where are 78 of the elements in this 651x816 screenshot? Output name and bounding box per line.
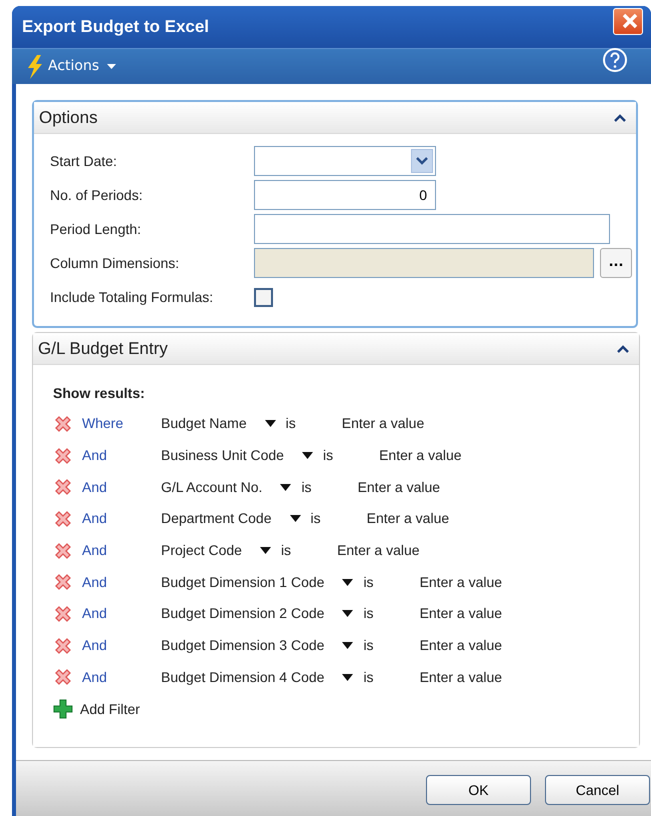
filter-operator: is — [286, 414, 296, 434]
lightning-icon — [26, 54, 44, 78]
filter-operator: is — [363, 668, 374, 687]
dropdown-arrow-icon[interactable] — [260, 547, 271, 554]
field-label: No. of Periods: — [50, 186, 144, 204]
plus-icon[interactable] — [53, 699, 73, 720]
filter-operator: is — [363, 604, 374, 624]
filter-connector[interactable]: And — [82, 445, 161, 466]
collapse-icon[interactable] — [617, 344, 629, 352]
filter-value-field[interactable]: Enter a value — [420, 666, 540, 688]
remove-filter-icon[interactable] — [53, 477, 73, 498]
remove-filter-icon[interactable] — [53, 604, 73, 624]
cancel-button[interactable]: Cancel — [545, 775, 650, 805]
filter-connector[interactable]: Where — [82, 413, 161, 434]
filter-field-name: Budget Dimension 2 Code — [161, 604, 324, 624]
filter-connector[interactable]: And — [82, 508, 161, 530]
filter-field-name: Budget Dimension 4 Code — [161, 668, 324, 687]
actions-menu[interactable]: Actions — [44, 56, 120, 77]
filter-operator: is — [322, 446, 334, 466]
filter-field-name: Project Code — [161, 541, 242, 560]
filter-operator: is — [301, 478, 312, 497]
filter-field-name: Budget Dimension 1 Code — [161, 572, 324, 592]
remove-filter-icon[interactable] — [53, 636, 73, 656]
text-field[interactable] — [254, 214, 610, 244]
dropdown-arrow-icon[interactable] — [342, 642, 354, 650]
filter-connector[interactable]: And — [82, 572, 161, 593]
remove-filter-icon[interactable] — [53, 667, 73, 688]
add-filter-link[interactable]: Add Filter — [80, 698, 140, 720]
remove-filter-icon[interactable] — [53, 446, 73, 466]
filter-connector[interactable]: And — [82, 540, 161, 562]
dropdown-arrow-icon[interactable] — [342, 578, 354, 586]
remove-filter-icon[interactable] — [53, 508, 73, 529]
dropdown-arrow-icon[interactable] — [280, 484, 292, 491]
filter-connector[interactable]: And — [82, 635, 161, 656]
filter-value-field[interactable]: Enter a value — [337, 540, 458, 562]
filter-operator: is — [280, 541, 292, 560]
panel-title: G/L Budget Entry — [38, 338, 168, 360]
ok-button[interactable]: OK — [426, 775, 531, 805]
chevron-icon — [416, 157, 428, 165]
filter-operator: is — [363, 636, 374, 656]
filter-connector[interactable]: And — [82, 476, 161, 498]
filter-field-name: Department Code — [161, 509, 272, 528]
filter-field-name: Business Unit Code — [161, 446, 284, 466]
filter-value-field[interactable]: Enter a value — [420, 635, 540, 656]
filter-field-name: G/L Account No. — [161, 478, 262, 497]
close-button[interactable] — [613, 8, 643, 35]
filter-connector[interactable]: And — [82, 666, 161, 688]
dropdown-arrow-icon[interactable] — [290, 515, 301, 522]
filter-value-field[interactable]: Enter a value — [420, 572, 540, 593]
remove-filter-icon[interactable] — [53, 572, 73, 592]
dropdown-arrow-icon[interactable] — [264, 420, 276, 428]
filter-field-name: Budget Dimension 3 Code — [161, 636, 324, 656]
window-title: Export Budget to Excel — [22, 16, 210, 38]
remove-filter-icon[interactable] — [53, 540, 73, 561]
field-label: Column Dimensions: — [50, 254, 180, 272]
filter-operator: is — [363, 572, 374, 592]
checkbox[interactable] — [254, 288, 273, 306]
dropdown-arrow-icon[interactable] — [342, 674, 354, 681]
panel-title: Options — [39, 106, 98, 129]
dropdown-arrow-icon[interactable] — [342, 610, 354, 618]
date-dropdown[interactable] — [254, 146, 436, 176]
number-field[interactable]: 0 — [254, 180, 436, 210]
collapse-icon[interactable] — [614, 114, 626, 122]
filter-value-field[interactable]: Enter a value — [379, 445, 500, 466]
dropdown-arrow-icon[interactable] — [302, 452, 313, 460]
filter-value-field[interactable]: Enter a value — [358, 476, 478, 498]
field-label: Start Date: — [50, 152, 118, 170]
filter-field-name: Budget Name — [161, 414, 247, 434]
caret-icon — [107, 64, 116, 69]
filter-connector[interactable]: And — [82, 603, 161, 624]
filter-value-field[interactable]: Enter a value — [420, 603, 540, 624]
field-label: Period Length: — [50, 220, 142, 239]
show-results-heading: Show results: — [53, 384, 146, 403]
filter-value-field[interactable]: Enter a value — [342, 413, 462, 434]
remove-filter-icon[interactable] — [53, 414, 73, 434]
filter-operator: is — [310, 509, 321, 528]
field-label: Include Totaling Formulas: — [50, 288, 214, 307]
filter-value-field[interactable]: Enter a value — [366, 508, 487, 530]
